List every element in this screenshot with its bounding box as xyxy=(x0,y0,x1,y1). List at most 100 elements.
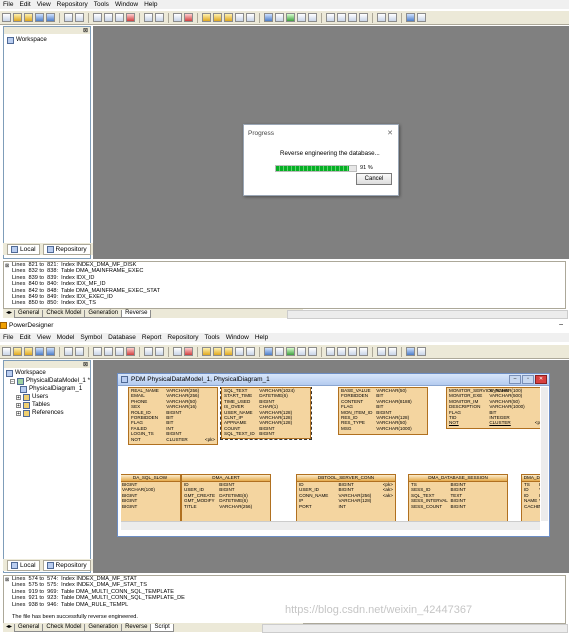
output-scrollbar-top[interactable] xyxy=(287,310,568,319)
tab-reverse[interactable]: Reverse xyxy=(121,309,152,318)
output-icon[interactable] xyxy=(406,13,415,22)
table-entity[interactable]: BASE_VALUE VARCHAR(50) FORBIDDEN BIT CONTENT… xyxy=(338,387,428,435)
tab-general[interactable]: General xyxy=(14,309,44,318)
print-icon[interactable] xyxy=(64,347,73,356)
close-icon[interactable]: ✕ xyxy=(387,129,393,137)
tree-item-references[interactable]: + References xyxy=(6,409,90,417)
save-icon[interactable] xyxy=(35,347,44,356)
tree-item-tables[interactable]: + Tables xyxy=(6,401,90,409)
note-icon[interactable] xyxy=(246,347,255,356)
cut-icon[interactable] xyxy=(93,13,102,22)
tab-local[interactable]: Local xyxy=(7,559,40,571)
collapse-icon[interactable]: − xyxy=(10,378,15,384)
tree-item-workspace[interactable]: Workspace xyxy=(6,369,90,377)
menu-edit[interactable]: Edit xyxy=(19,334,30,341)
table-icon[interactable] xyxy=(213,13,222,22)
align4-icon[interactable] xyxy=(359,347,368,356)
check-model-icon[interactable] xyxy=(184,347,193,356)
menu-window[interactable]: Window xyxy=(115,1,138,8)
undo-icon[interactable] xyxy=(144,347,153,356)
tab-repository[interactable]: Repository xyxy=(42,243,91,255)
table-entity[interactable]: DMA_ALERT ID BIGINT USER_ID BIGINT GMT_CREATE… xyxy=(181,474,271,521)
shape-icon[interactable] xyxy=(308,347,317,356)
table-icon[interactable] xyxy=(213,347,222,356)
find-icon[interactable] xyxy=(173,347,182,356)
tab-local[interactable]: Local xyxy=(7,243,40,255)
close-icon[interactable]: ✕ xyxy=(535,375,547,384)
menu-help[interactable]: Help xyxy=(144,1,157,8)
open-icon[interactable] xyxy=(13,347,22,356)
menu-repository[interactable]: Repository xyxy=(167,334,198,341)
text-icon[interactable] xyxy=(286,347,295,356)
align3-icon[interactable] xyxy=(348,13,357,22)
close-icon[interactable]: ⊠ xyxy=(83,361,88,368)
menu-file[interactable]: File xyxy=(3,1,13,8)
print-icon[interactable] xyxy=(64,13,73,22)
menu-database[interactable]: Database xyxy=(108,334,136,341)
save-all-icon[interactable] xyxy=(46,347,55,356)
redo-icon[interactable] xyxy=(155,13,164,22)
tab-check-model[interactable]: Check Model xyxy=(42,623,86,632)
cut-icon[interactable] xyxy=(93,347,102,356)
tab-generation[interactable]: Generation xyxy=(84,623,123,632)
tree-item-model[interactable]: − PhysicalDataModel_1 * xyxy=(6,377,90,385)
table-entity[interactable]: MONITOR_SERVICE_NAME VARCHAR(100) MONITOR_… xyxy=(446,387,540,429)
palette-icon[interactable] xyxy=(202,347,211,356)
menu-report[interactable]: Report xyxy=(142,334,162,341)
vertical-scrollbar[interactable] xyxy=(541,387,548,521)
tab-repository[interactable]: Repository xyxy=(42,559,91,571)
restore-icon[interactable]: ▫ xyxy=(522,375,534,384)
copy-icon[interactable] xyxy=(104,347,113,356)
new-icon[interactable] xyxy=(2,347,11,356)
minimize-icon[interactable]: – xyxy=(509,375,521,384)
minimize-icon[interactable]: – xyxy=(559,321,563,328)
window2-icon[interactable] xyxy=(388,347,397,356)
palette-icon[interactable] xyxy=(202,13,211,22)
view-icon[interactable] xyxy=(224,347,233,356)
save-all-icon[interactable] xyxy=(46,13,55,22)
menu-tools[interactable]: Tools xyxy=(94,1,109,8)
delete-icon[interactable] xyxy=(126,13,135,22)
menu-edit[interactable]: Edit xyxy=(19,1,30,8)
menu-view[interactable]: View xyxy=(37,1,51,8)
new-icon[interactable] xyxy=(2,13,11,22)
diagram-canvas[interactable]: REAL_NAME VARCHAR(256) EMAIL VARCHAR(256) PH… xyxy=(121,387,540,521)
grid-icon[interactable] xyxy=(297,13,306,22)
tab-generation[interactable]: Generation xyxy=(84,309,123,318)
paste-icon[interactable] xyxy=(115,347,124,356)
print-preview-icon[interactable] xyxy=(75,347,84,356)
undo-icon[interactable] xyxy=(144,13,153,22)
expand-icon[interactable]: + xyxy=(16,410,21,416)
cancel-button[interactable]: Cancel xyxy=(356,173,392,185)
output-icon[interactable] xyxy=(406,347,415,356)
menu-help[interactable]: Help xyxy=(255,334,268,341)
reference-icon[interactable] xyxy=(235,13,244,22)
close-icon[interactable]: ⊠ xyxy=(5,577,9,583)
tree-item-diagram[interactable]: PhysicalDiagram_1 xyxy=(6,385,90,393)
note-icon[interactable] xyxy=(246,13,255,22)
text-icon[interactable] xyxy=(286,13,295,22)
tab-check-model[interactable]: Check Model xyxy=(42,309,86,318)
open-workspace-icon[interactable] xyxy=(24,13,33,22)
open-workspace-icon[interactable] xyxy=(24,347,33,356)
table-entity[interactable]: REAL_NAME VARCHAR(256) EMAIL VARCHAR(256) PH… xyxy=(128,387,218,445)
print-preview-icon[interactable] xyxy=(75,13,84,22)
tab-script[interactable]: Script xyxy=(150,623,174,632)
menu-view[interactable]: View xyxy=(37,334,51,341)
close-icon[interactable]: ⊠ xyxy=(5,263,9,269)
shape-icon[interactable] xyxy=(308,13,317,22)
reference-icon[interactable] xyxy=(235,347,244,356)
delete-icon[interactable] xyxy=(126,347,135,356)
link-icon[interactable] xyxy=(264,347,273,356)
table-entity[interactable]: SQL_TEXT VARCHAR(1024) START_TIME DATETIME(… xyxy=(220,387,312,440)
close-icon[interactable]: ⊠ xyxy=(83,27,88,34)
window-icon[interactable] xyxy=(377,347,386,356)
menu-tools[interactable]: Tools xyxy=(205,334,220,341)
find-icon[interactable] xyxy=(173,13,182,22)
copy-icon[interactable] xyxy=(104,13,113,22)
menu-file[interactable]: File xyxy=(3,334,13,341)
align-icon[interactable] xyxy=(326,13,335,22)
table-entity[interactable]: DA_SQL_SLOW BIGINT VARCHAR(100) BIGINT BIGIN… xyxy=(121,474,181,521)
open-icon[interactable] xyxy=(13,13,22,22)
menu-symbol[interactable]: Symbol xyxy=(80,334,102,341)
